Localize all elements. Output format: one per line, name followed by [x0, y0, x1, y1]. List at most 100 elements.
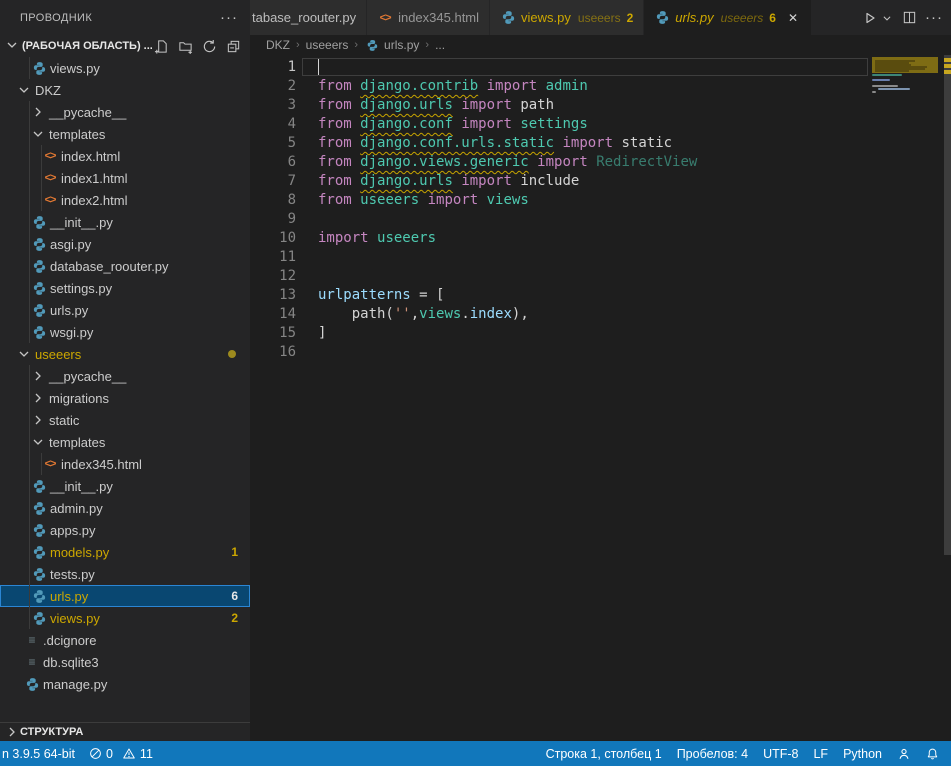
- line-number[interactable]: 15: [250, 324, 296, 343]
- tab-tabase_roouter.py[interactable]: tabase_roouter.py: [250, 0, 367, 35]
- python-interpreter-status[interactable]: n 3.9.5 64-bit: [2, 747, 75, 761]
- tree-item-models.py[interactable]: models.py1: [0, 541, 250, 563]
- tree-item-index.html[interactable]: <>index.html: [0, 145, 250, 167]
- new-file-icon[interactable]: [152, 37, 170, 55]
- minimap[interactable]: [872, 55, 942, 741]
- line-number-gutter[interactable]: 12345678910111213141516: [250, 58, 296, 362]
- code-editor[interactable]: 12345678910111213141516 from django.cont…: [250, 55, 951, 741]
- tree-item-__pycache__[interactable]: __pycache__: [0, 365, 250, 387]
- line-number[interactable]: 5: [250, 134, 296, 153]
- code-line-4[interactable]: from django.conf import settings: [318, 115, 697, 134]
- explorer-more-actions-icon[interactable]: ···: [220, 9, 238, 26]
- refresh-icon[interactable]: [200, 37, 218, 55]
- line-number[interactable]: 1: [250, 58, 296, 77]
- workspace-section-header[interactable]: (РАБОЧАЯ ОБЛАСТЬ) ...: [0, 35, 250, 57]
- line-number[interactable]: 13: [250, 286, 296, 305]
- breadcrumb-item-DKZ[interactable]: DKZ: [266, 38, 290, 52]
- editor-more-actions-icon[interactable]: ···: [925, 7, 943, 29]
- encoding-status[interactable]: UTF-8: [763, 747, 798, 761]
- language-mode-status[interactable]: Python: [843, 747, 882, 761]
- tree-item-db.sqlite3[interactable]: ≡db.sqlite3: [0, 651, 250, 673]
- tree-item-index1.html[interactable]: <>index1.html: [0, 167, 250, 189]
- cursor-position-status[interactable]: Строка 1, столбец 1: [546, 747, 662, 761]
- code-line-10[interactable]: import useeers: [318, 229, 697, 248]
- breadcrumb-item-urls.py[interactable]: ›urls.py: [348, 37, 419, 53]
- tree-item-templates[interactable]: templates: [0, 123, 250, 145]
- scrollbar[interactable]: [944, 55, 951, 741]
- breadcrumb-item-...[interactable]: ›...: [419, 38, 445, 52]
- run-button[interactable]: [862, 7, 878, 29]
- tab-views.py[interactable]: views.pyuseeers2: [490, 0, 644, 35]
- tree-item-manage.py[interactable]: manage.py: [0, 673, 250, 695]
- code-line-12[interactable]: [318, 267, 697, 286]
- indentation-status[interactable]: Пробелов: 4: [677, 747, 748, 761]
- tree-item-admin.py[interactable]: admin.py: [0, 497, 250, 519]
- tree-item-migrations[interactable]: migrations: [0, 387, 250, 409]
- code-line-3[interactable]: from django.urls import path: [318, 96, 697, 115]
- code-line-11[interactable]: [318, 248, 697, 267]
- tree-item-__init__.py[interactable]: __init__.py: [0, 475, 250, 497]
- line-number[interactable]: 9: [250, 210, 296, 229]
- line-number[interactable]: 8: [250, 191, 296, 210]
- code-line-16[interactable]: [318, 343, 697, 362]
- outline-section-header[interactable]: СТРУКТУРА: [0, 722, 250, 741]
- code-line-8[interactable]: from useeers import views: [318, 191, 697, 210]
- tree-item-tests.py[interactable]: tests.py: [0, 563, 250, 585]
- tree-item-views.py[interactable]: views.py: [0, 57, 250, 79]
- tree-item-asgi.py[interactable]: asgi.py: [0, 233, 250, 255]
- code-line-15[interactable]: ]: [318, 324, 697, 343]
- new-folder-icon[interactable]: [176, 37, 194, 55]
- line-number[interactable]: 6: [250, 153, 296, 172]
- code-content[interactable]: from django.contrib import adminfrom dja…: [318, 58, 697, 362]
- code-line-13[interactable]: urlpatterns = [: [318, 286, 697, 305]
- tree-item-urls.py[interactable]: urls.py6: [0, 585, 250, 607]
- tree-item-static[interactable]: static: [0, 409, 250, 431]
- line-number[interactable]: 14: [250, 305, 296, 324]
- code-line-9[interactable]: [318, 210, 697, 229]
- outline-section-label: СТРУКТУРА: [20, 726, 83, 738]
- tab-index345.html[interactable]: <>index345.html: [367, 0, 490, 35]
- line-number[interactable]: 16: [250, 343, 296, 362]
- tree-item-DKZ[interactable]: DKZ: [0, 79, 250, 101]
- split-editor-button[interactable]: [902, 7, 917, 29]
- run-dropdown-chevron-icon[interactable]: [882, 7, 892, 29]
- tree-item-urls.py[interactable]: urls.py: [0, 299, 250, 321]
- code-line-6[interactable]: from django.views.generic import Redirec…: [318, 153, 697, 172]
- line-number[interactable]: 3: [250, 96, 296, 115]
- problems-status[interactable]: 0 11: [89, 747, 153, 761]
- line-number[interactable]: 7: [250, 172, 296, 191]
- code-line-14[interactable]: path('',views.index),: [318, 305, 697, 324]
- code-line-2[interactable]: from django.contrib import admin: [318, 77, 697, 96]
- breadcrumb-item-useeers[interactable]: ›useeers: [290, 38, 348, 52]
- tree-item-__pycache__[interactable]: __pycache__: [0, 101, 250, 123]
- tree-item-.dcignore[interactable]: ≡.dcignore: [0, 629, 250, 651]
- eol-status[interactable]: LF: [813, 747, 828, 761]
- bell-icon[interactable]: [926, 747, 939, 761]
- close-icon[interactable]: ✕: [785, 11, 801, 25]
- scrollbar-slider[interactable]: [944, 55, 951, 555]
- line-number[interactable]: 10: [250, 229, 296, 248]
- minimap-line: [872, 91, 876, 93]
- python-icon: [31, 566, 47, 582]
- line-number[interactable]: 11: [250, 248, 296, 267]
- collapse-all-icon[interactable]: [224, 37, 242, 55]
- ruler-warning-mark: [944, 58, 951, 62]
- tree-item-index2.html[interactable]: <>index2.html: [0, 189, 250, 211]
- line-number[interactable]: 12: [250, 267, 296, 286]
- code-line-5[interactable]: from django.conf.urls.static import stat…: [318, 134, 697, 153]
- tree-item-useeers[interactable]: useeers: [0, 343, 250, 365]
- tab-urls.py[interactable]: urls.pyuseeers6✕: [644, 0, 812, 35]
- feedback-icon[interactable]: [897, 747, 911, 761]
- tree-item-templates[interactable]: templates: [0, 431, 250, 453]
- tree-item-apps.py[interactable]: apps.py: [0, 519, 250, 541]
- line-number[interactable]: 2: [250, 77, 296, 96]
- tree-item-wsgi.py[interactable]: wsgi.py: [0, 321, 250, 343]
- tree-item-index345.html[interactable]: <>index345.html: [0, 453, 250, 475]
- tree-item-__init__.py[interactable]: __init__.py: [0, 211, 250, 233]
- tree-item-views.py[interactable]: views.py2: [0, 607, 250, 629]
- line-number[interactable]: 4: [250, 115, 296, 134]
- tree-item-settings.py[interactable]: settings.py: [0, 277, 250, 299]
- tree-item-database_roouter.py[interactable]: database_roouter.py: [0, 255, 250, 277]
- code-line-7[interactable]: from django.urls import include: [318, 172, 697, 191]
- code-line-1[interactable]: [318, 58, 697, 77]
